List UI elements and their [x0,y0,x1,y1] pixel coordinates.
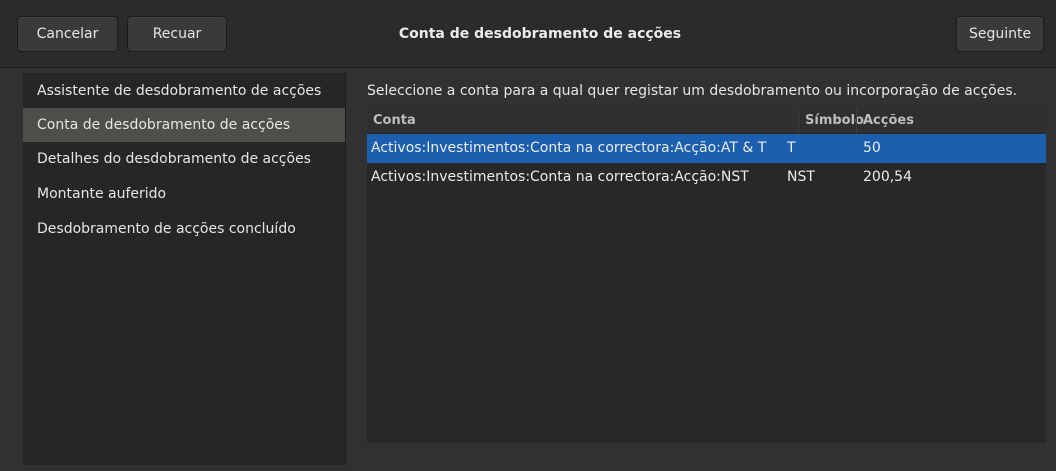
sidebar-item-assistant[interactable]: Assistente de desdobramento de acções [23,74,345,108]
sidebar-item-amount[interactable]: Montante auferido [23,177,345,211]
sidebar-item-account[interactable]: Conta de desdobramento de acções [23,108,345,142]
accounts-table[interactable]: Conta Símbolo Acções Activos:Investiment… [367,109,1046,443]
cell-accoes: 50 [863,140,881,156]
cancel-button[interactable]: Cancelar [17,16,118,52]
column-header-conta[interactable]: Conta [367,109,787,133]
table-row[interactable]: Activos:Investimentos:Conta na corrector… [367,134,1046,163]
assistant-steps-sidebar: Assistente de desdobramento de acções Co… [23,73,346,465]
cell-simbolo: NST [787,169,815,185]
table-row[interactable]: Activos:Investimentos:Conta na corrector… [367,163,1046,192]
back-button[interactable]: Recuar [127,16,227,52]
main-panel: Seleccione a conta para a qual quer regi… [346,68,1056,471]
instructions-text: Seleccione a conta para a qual quer regi… [367,83,1018,99]
header-bar: Cancelar Recuar Conta de desdobramento d… [0,0,1056,68]
column-header-simbolo[interactable]: Símbolo [798,109,864,133]
next-button[interactable]: Seguinte [956,16,1044,52]
cell-conta: Activos:Investimentos:Conta na corrector… [371,169,749,185]
stock-split-assistant-window: Cancelar Recuar Conta de desdobramento d… [0,0,1056,471]
table-header: Conta Símbolo Acções [367,109,1046,133]
cell-accoes: 200,54 [863,169,912,185]
window-title: Conta de desdobramento de acções [398,26,682,42]
column-header-accoes[interactable]: Acções [856,109,1046,133]
cell-conta: Activos:Investimentos:Conta na corrector… [371,140,767,156]
sidebar-item-finished[interactable]: Desdobramento de acções concluído [23,212,345,246]
sidebar-item-details[interactable]: Detalhes do desdobramento de acções [23,142,345,176]
cell-simbolo: T [787,140,796,156]
